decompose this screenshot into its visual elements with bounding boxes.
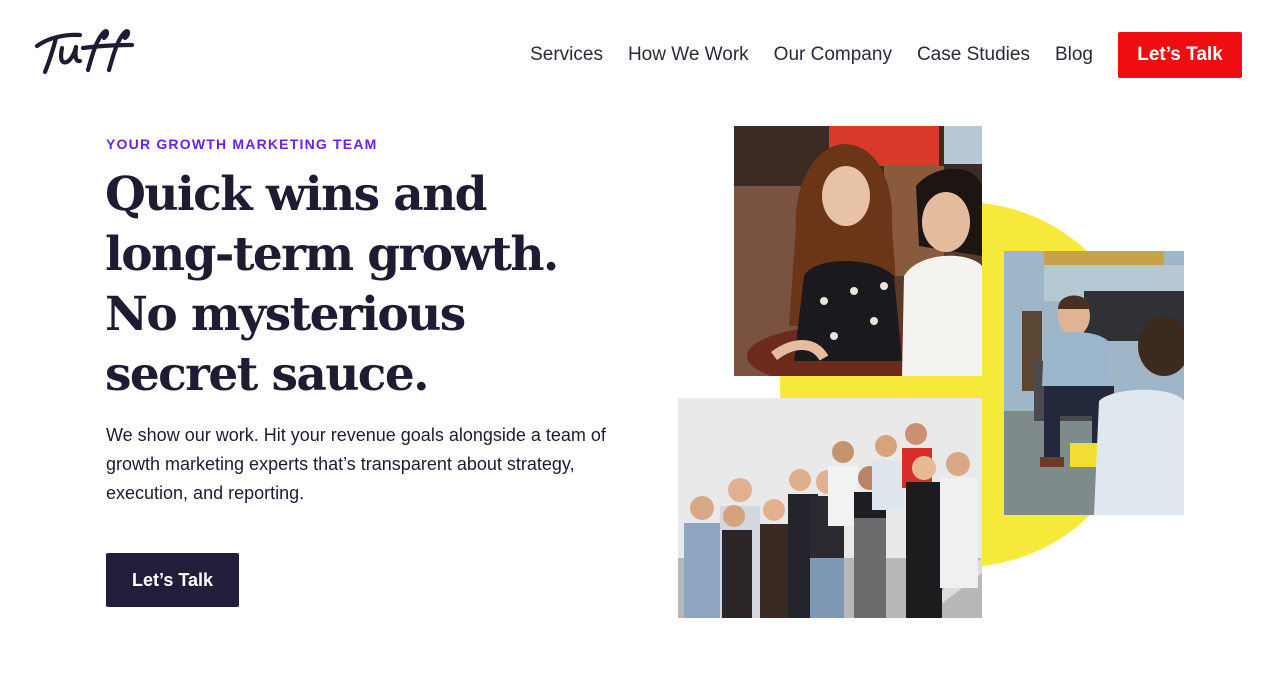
photo-two-women-at-table (734, 126, 982, 376)
page: Services How We Work Our Company Case St… (0, 0, 1280, 700)
photo-group-of-team (678, 398, 982, 618)
nav-blog[interactable]: Blog (1055, 32, 1093, 78)
nav-how-we-work[interactable]: How We Work (628, 32, 749, 78)
tuff-logo[interactable] (34, 26, 135, 78)
hero-headline: Quick wins and long-term growth. No myst… (105, 167, 559, 402)
nav-our-company[interactable]: Our Company (774, 32, 892, 78)
hero-lets-talk-button[interactable]: Let’s Talk (106, 553, 239, 607)
photo-team-meeting-lounge (1004, 251, 1184, 515)
tuff-logo-icon (34, 29, 135, 75)
main-nav: Services How We Work Our Company Case St… (530, 32, 1242, 78)
nav-services[interactable]: Services (530, 32, 603, 78)
header-lets-talk-button[interactable]: Let’s Talk (1118, 32, 1242, 78)
hero-eyebrow: YOUR GROWTH MARKETING TEAM (106, 136, 378, 152)
nav-case-studies[interactable]: Case Studies (917, 32, 1030, 78)
yellow-circle-decoration (780, 202, 1145, 567)
hero-body-text: We show our work. Hit your revenue goals… (106, 425, 606, 503)
